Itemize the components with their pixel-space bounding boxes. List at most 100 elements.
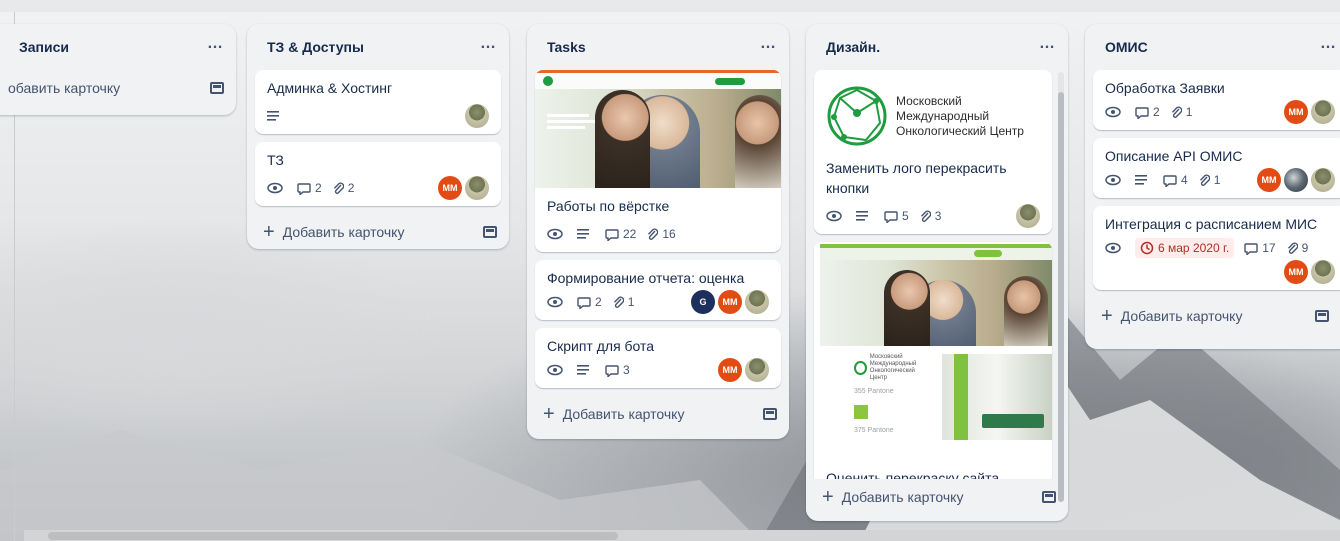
- list-dizain: Дизайн. … Московский Международный Онкол…: [806, 24, 1068, 521]
- logo-text-line: Онкологический Центр: [896, 123, 1024, 138]
- watch-icon: [826, 206, 846, 226]
- list-menu-icon[interactable]: …: [1039, 36, 1056, 55]
- member-avatar-mm[interactable]: ММ: [438, 176, 462, 200]
- member-avatar-g[interactable]: G: [691, 290, 715, 314]
- member-avatar-mm[interactable]: ММ: [718, 358, 742, 382]
- comment-icon: [1163, 174, 1177, 187]
- comment-icon: [884, 210, 898, 223]
- attachment-icon: [1199, 174, 1210, 186]
- member-avatar-photo[interactable]: [1016, 204, 1040, 228]
- list-title[interactable]: Дизайн.: [826, 39, 1039, 55]
- card-template-icon[interactable]: [483, 226, 497, 238]
- list-title[interactable]: Записи: [19, 39, 207, 55]
- member-avatar-mm[interactable]: ММ: [718, 290, 742, 314]
- card-title: Заменить лого перекрасить кнопки: [826, 160, 1007, 196]
- card-title: Описание API ОМИС: [1105, 148, 1243, 164]
- card-template-icon[interactable]: [1315, 310, 1329, 322]
- list-menu-icon[interactable]: …: [760, 36, 777, 55]
- card-raboty-po-verstke[interactable]: Работы по вёрстке 22 16: [535, 70, 781, 252]
- member-avatar-photo[interactable]: [1311, 168, 1335, 192]
- list-title[interactable]: ТЗ & Доступы: [267, 39, 480, 55]
- member-avatar-photo[interactable]: [465, 176, 489, 200]
- member-avatar-photo[interactable]: [1284, 168, 1308, 192]
- card-cover-logo: Московский Международный Онкологический …: [826, 80, 1040, 152]
- member-avatar-mm[interactable]: ММ: [1284, 260, 1308, 284]
- attachment-icon: [613, 296, 624, 308]
- swatch-green: [854, 405, 868, 419]
- list-zapisi: Записи … обавить карточку: [0, 24, 236, 115]
- list-omis: ОМИС … Обработка Заявки 2 1 ММ Описание …: [1085, 24, 1340, 349]
- watch-icon: [547, 360, 567, 380]
- list-title[interactable]: Tasks: [547, 39, 760, 55]
- attachments-badge: 3: [919, 206, 941, 226]
- comment-icon: [605, 364, 619, 377]
- comments-count: 5: [902, 209, 909, 223]
- attachments-badge: 9: [1286, 238, 1308, 258]
- card-opisanie-api[interactable]: Описание API ОМИС 4 1 ММ: [1093, 138, 1340, 198]
- description-icon: [577, 360, 595, 380]
- list-menu-icon[interactable]: …: [207, 36, 224, 55]
- card-template-icon[interactable]: [763, 408, 777, 420]
- comments-badge: 5: [884, 206, 909, 226]
- horizontal-scrollbar-thumb[interactable]: [48, 532, 618, 540]
- add-card-button[interactable]: обавить карточку: [0, 70, 236, 106]
- list-tasks: Tasks … Работы по вёрстке 22 16 Формиров…: [527, 24, 789, 439]
- card-cover-design-mockup: Московский Международный Онкологический …: [814, 242, 1052, 460]
- member-avatar-photo[interactable]: [745, 358, 769, 382]
- attachments-count: 1: [1185, 105, 1193, 119]
- attachments-badge: 1: [612, 292, 634, 312]
- member-avatar-photo[interactable]: [1311, 100, 1335, 124]
- member-avatar-photo[interactable]: [465, 104, 489, 128]
- card-formirovanie-otcheta[interactable]: Формирование отчета: оценка 2 1 G ММ: [535, 260, 781, 320]
- comments-count: 4: [1181, 173, 1188, 187]
- comments-badge: 2: [297, 178, 322, 198]
- comments-count: 22: [623, 227, 637, 241]
- card-title: Интеграция с расписанием МИС: [1105, 216, 1318, 232]
- globe-logo-icon: [827, 86, 887, 146]
- comments-count: 17: [1262, 241, 1276, 255]
- list-menu-icon[interactable]: …: [1320, 36, 1337, 55]
- member-avatar-photo[interactable]: [1311, 260, 1335, 284]
- member-avatar-photo[interactable]: [745, 290, 769, 314]
- add-card-label: Добавить карточку: [1120, 308, 1243, 324]
- card-template-icon[interactable]: [1042, 491, 1056, 503]
- comments-count: 2: [315, 181, 322, 195]
- clock-icon: [1140, 241, 1154, 255]
- card-integratsiya-mis[interactable]: Интеграция с расписанием МИС 6 мар 2020 …: [1093, 206, 1340, 290]
- card-tz[interactable]: ТЗ 2 2 ММ: [255, 142, 501, 206]
- list-title[interactable]: ОМИС: [1105, 39, 1320, 55]
- card-zamenit-logo[interactable]: Московский Международный Онкологический …: [814, 70, 1052, 234]
- attachments-badge: 16: [646, 224, 676, 244]
- comments-count: 2: [595, 295, 602, 309]
- member-avatar-mm[interactable]: ММ: [1257, 168, 1281, 192]
- card-title: Админка & Хостинг: [267, 80, 393, 96]
- list-scrollbar-thumb[interactable]: [1058, 92, 1064, 502]
- comments-count: 3: [623, 363, 630, 377]
- card-cover-website-screenshot: [535, 70, 781, 188]
- pantone-label: 355 Pantone: [854, 388, 894, 395]
- add-card-button[interactable]: + Добавить карточку: [1085, 298, 1340, 334]
- card-template-icon[interactable]: [210, 82, 224, 94]
- add-card-button[interactable]: + Добавить карточку: [247, 214, 509, 250]
- card-otsenit-perekrasku[interactable]: Московский Международный Онкологический …: [814, 242, 1052, 479]
- attachment-icon: [333, 182, 344, 194]
- card-obrabotka-zayavki[interactable]: Обработка Заявки 2 1 ММ: [1093, 70, 1340, 130]
- member-avatar-mm[interactable]: ММ: [1284, 100, 1308, 124]
- card-title: Скрипт для бота: [547, 338, 655, 354]
- attachment-icon: [1287, 242, 1298, 254]
- attachment-icon: [920, 210, 931, 222]
- card-title: Оценить перекраску сайта: [826, 470, 1000, 479]
- card-adminka-hosting[interactable]: Админка & Хостинг: [255, 70, 501, 134]
- comment-icon: [1244, 242, 1258, 255]
- list-menu-icon[interactable]: …: [480, 36, 497, 55]
- list-header: Tasks …: [527, 24, 789, 70]
- add-card-button[interactable]: + Добавить карточку: [806, 479, 1068, 515]
- pantone-label: 375 Pantone: [854, 427, 894, 434]
- due-date-badge[interactable]: 6 мар 2020 г.: [1135, 238, 1235, 258]
- add-card-label: Добавить карточку: [282, 224, 405, 240]
- logo-text-line: Московский: [896, 93, 962, 108]
- add-card-button[interactable]: + Добавить карточку: [527, 396, 789, 432]
- card-title: Работы по вёрстке: [547, 198, 670, 214]
- card-skript-dlya-bota[interactable]: Скрипт для бота 3 ММ: [535, 328, 781, 388]
- list-tz-dostupy: ТЗ & Доступы … Админка & Хостинг ТЗ 2 2 …: [247, 24, 509, 249]
